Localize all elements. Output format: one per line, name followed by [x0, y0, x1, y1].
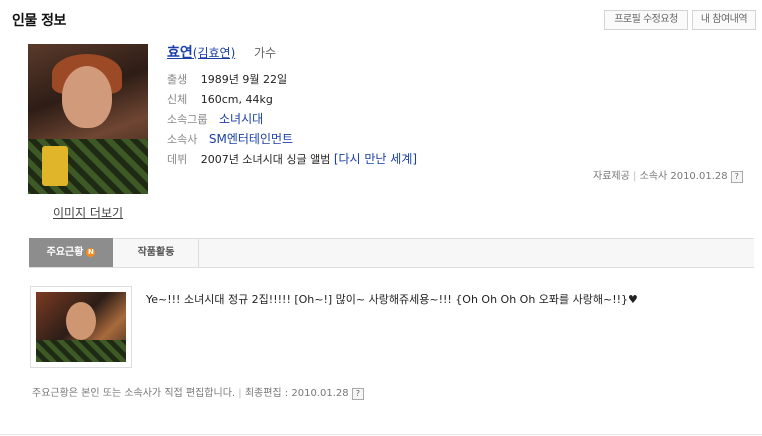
- person-name: 효연: [167, 45, 193, 61]
- source-label: 자료제공: [593, 171, 630, 182]
- info-label-group: 소속그룹: [167, 113, 208, 126]
- info-value-debut: 2007년 소녀시대 싱글 앨범: [200, 153, 334, 166]
- info-row-group: 소속그룹 소녀시대: [167, 110, 263, 127]
- tab-works[interactable]: 작품활동: [114, 238, 199, 267]
- more-images-link[interactable]: 이미지 더보기: [53, 204, 123, 221]
- group-link[interactable]: 소녀시대: [219, 112, 263, 126]
- last-edit-date: 최종편집 : 2010.01.28: [244, 388, 349, 399]
- my-history-button[interactable]: 내 참여내역: [692, 10, 756, 30]
- info-label-debut: 데뷔: [167, 153, 188, 166]
- help-icon[interactable]: ?: [730, 171, 743, 183]
- agency-link[interactable]: SM엔터테인먼트: [209, 132, 293, 146]
- info-label-birth: 출생: [167, 73, 188, 86]
- profile-photo[interactable]: [28, 44, 148, 194]
- debut-album-link[interactable]: [다시 만난 세계]: [334, 152, 417, 166]
- footer-note: 주요근황은 본인 또는 소속사가 직접 편집합니다. | 최종편집 : 2010…: [32, 384, 364, 400]
- new-badge-icon: N: [86, 247, 96, 257]
- info-row-body: 신체 160cm, 44kg: [167, 91, 273, 107]
- info-row-agency: 소속사 SM엔터테인먼트: [167, 130, 293, 147]
- info-label-agency: 소속사: [167, 133, 198, 146]
- tab-recent-news-label: 주요근황: [46, 247, 84, 258]
- footer-note-text: 주요근황은 본인 또는 소속사가 직접 편집합니다.: [32, 388, 236, 399]
- info-row-birth: 출생 1989년 9월 22일: [167, 71, 287, 87]
- person-name-link[interactable]: 효연(김효연): [167, 42, 235, 62]
- source-info: 자료제공 | 소속사 2010.01.28 ?: [593, 167, 743, 183]
- profile-edit-request-button[interactable]: 프로필 수정요청: [604, 10, 688, 30]
- person-real-name: (김효연): [192, 46, 236, 60]
- footer-help-icon[interactable]: ?: [351, 388, 364, 400]
- info-value-body: 160cm, 44kg: [200, 93, 273, 106]
- info-label-body: 신체: [167, 93, 188, 106]
- tab-recent-news[interactable]: 주요근황 N: [29, 238, 113, 267]
- person-occupation: 가수: [254, 46, 277, 60]
- source-value: 소속사 2010.01.28: [639, 171, 728, 182]
- page-title: 인물 정보: [12, 13, 66, 29]
- news-thumbnail[interactable]: [30, 286, 132, 368]
- news-message: Ye~!!! 소녀시대 정규 2집!!!!! [Oh~!] 많이~ 사랑해쥬세용…: [146, 293, 638, 306]
- info-value-birth: 1989년 9월 22일: [200, 73, 288, 86]
- divider: [0, 434, 762, 435]
- info-row-debut: 데뷔 2007년 소녀시대 싱글 앨범 [다시 만난 세계]: [167, 150, 417, 167]
